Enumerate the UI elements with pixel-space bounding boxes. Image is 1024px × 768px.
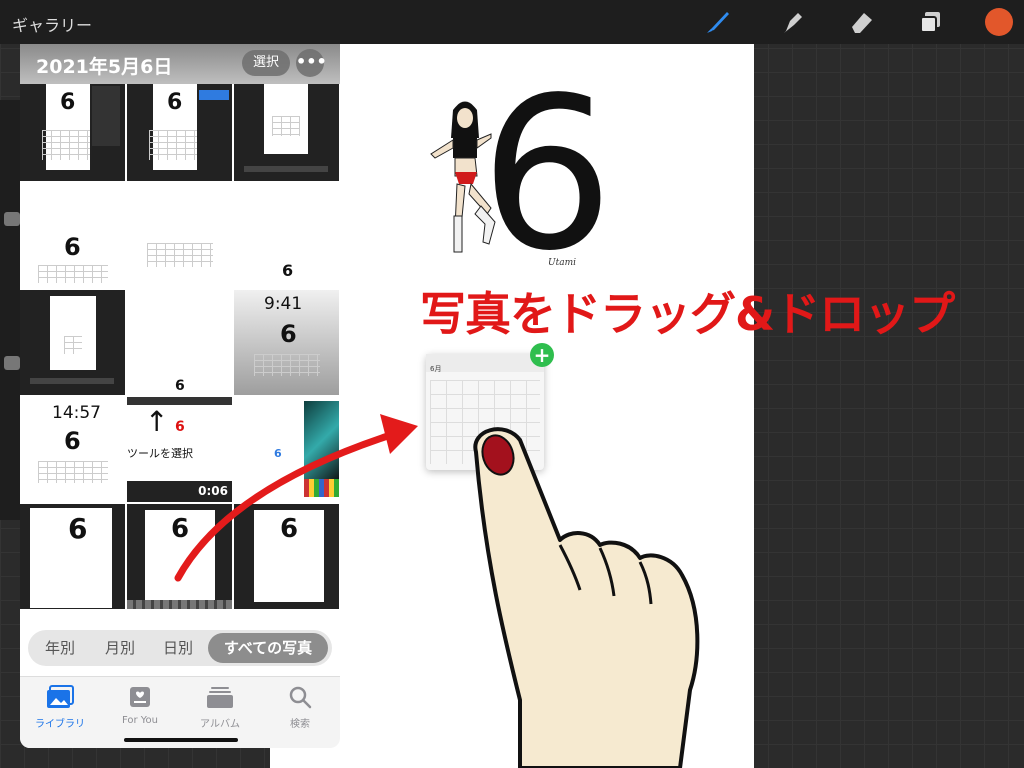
thumb-six: 6	[282, 261, 294, 280]
photo-thumbnail[interactable]: 6	[20, 183, 125, 288]
thumb-toolbar	[127, 397, 232, 405]
big-number-six: 6	[480, 52, 614, 297]
sidebar-sliders	[0, 100, 22, 520]
tab-label: 検索	[290, 719, 310, 730]
thumb-time: 14:57	[52, 403, 101, 423]
for-you-icon	[100, 683, 180, 711]
date-title: 2021年5月6日	[36, 56, 173, 78]
thumb-time: 9:41	[264, 294, 303, 314]
select-button[interactable]: 選択	[242, 50, 290, 76]
thumb-calendar	[38, 265, 108, 283]
thumb-calendar	[149, 130, 197, 160]
tab-library[interactable]: ライブラリ	[20, 683, 100, 730]
search-icon	[260, 683, 340, 711]
procreate-toolbar: ギャラリー	[0, 0, 1024, 44]
thumb-month: 6月	[430, 365, 442, 373]
dragged-photo-thumbnail[interactable]: 6月	[426, 354, 544, 470]
thumb-calendar	[147, 243, 213, 267]
eraser-icon[interactable]	[845, 6, 877, 38]
color-picker-button[interactable]	[985, 8, 1013, 36]
thumb-six: 6	[274, 447, 282, 460]
video-thumbnail[interactable]: ↑ 6 ツールを選択 0:06	[127, 397, 232, 502]
opacity-slider[interactable]	[4, 356, 20, 370]
thumb-six: 6	[60, 90, 76, 115]
thumb-dock	[127, 600, 232, 609]
view-segmented-control: 年別 月別 日別 すべての写真	[28, 630, 332, 666]
photo-thumbnail[interactable]: 6	[20, 76, 125, 181]
photo-thumbnail[interactable]: 6	[234, 183, 339, 288]
thumb-calendar	[272, 116, 300, 136]
thumb-six: 6	[171, 514, 190, 544]
smudge-icon[interactable]	[775, 6, 807, 38]
thumb-calendar	[42, 130, 90, 160]
plus-badge-icon: +	[530, 343, 554, 367]
tab-label: For You	[121, 715, 159, 726]
photo-thumbnail[interactable]: 6	[127, 76, 232, 181]
segment-months[interactable]: 月別	[94, 633, 146, 663]
layers-icon[interactable]	[915, 6, 947, 38]
thumb-calendar	[254, 354, 320, 376]
photos-panel: 6 6 6 6 6 9:41 6 14:57 6 ↑ 6 ツールを選択 0:06…	[20, 44, 340, 748]
photo-thumbnail[interactable]: 6	[234, 504, 339, 609]
home-indicator	[124, 738, 238, 742]
tab-bar: ライブラリ For You アルバム 検索	[20, 676, 340, 748]
photo-thumbnail[interactable]: 6	[127, 290, 232, 395]
photo-thumbnail[interactable]: 14:57 6	[20, 397, 125, 502]
thumb-six: 6	[64, 427, 81, 455]
gallery-button[interactable]: ギャラリー	[12, 12, 92, 36]
albums-icon	[180, 683, 260, 711]
thumb-highlight	[199, 90, 229, 100]
tab-label: ライブラリ	[35, 719, 85, 730]
thumb-side-panel	[92, 86, 120, 146]
brush-size-slider[interactable]	[4, 212, 20, 226]
photo-library-icon	[20, 683, 100, 711]
photo-thumbnail[interactable]: 6	[234, 397, 339, 502]
tab-for-you[interactable]: For You	[100, 683, 180, 726]
thumb-swatches	[304, 479, 339, 497]
more-button[interactable]: •••	[296, 49, 327, 77]
segment-all-photos[interactable]: すべての写真	[208, 633, 328, 663]
photo-thumbnail[interactable]: 6	[127, 504, 232, 609]
photo-thumbnail[interactable]	[20, 290, 125, 395]
thumb-six: 6	[175, 419, 185, 435]
tab-albums[interactable]: アルバム	[180, 683, 260, 730]
thumb-calendar	[38, 461, 108, 483]
photo-thumbnail[interactable]: 9:41 6	[234, 290, 339, 395]
thumb-caption: ツールを選択	[127, 447, 193, 460]
thumb-six: 6	[280, 514, 299, 544]
video-duration: 0:06	[198, 484, 228, 498]
segment-years[interactable]: 年別	[34, 633, 86, 663]
thumb-six: 6	[280, 320, 297, 348]
signature: Utami	[548, 258, 576, 268]
thumb-toolbar	[244, 166, 328, 172]
thumb-calendar-grid	[430, 380, 540, 464]
brush-icon[interactable]	[702, 6, 734, 38]
photo-grid: 6 6 6 6 6 9:41 6 14:57 6 ↑ 6 ツールを選択 0:06…	[20, 76, 340, 610]
thumb-six: 6	[175, 378, 185, 394]
arrow-up-icon: ↑	[145, 405, 169, 438]
photo-thumbnail[interactable]	[234, 76, 339, 181]
thumb-calendar	[64, 336, 82, 354]
thumb-toolbar	[30, 378, 114, 384]
segment-days[interactable]: 日別	[152, 633, 204, 663]
photo-thumbnail[interactable]	[127, 183, 232, 288]
photo-thumbnail[interactable]: 6	[20, 504, 125, 609]
thumb-page	[50, 296, 96, 370]
thumb-header	[426, 354, 544, 372]
tab-search[interactable]: 検索	[260, 683, 340, 730]
thumb-six: 6	[167, 90, 183, 115]
thumb-color-panel	[304, 401, 339, 481]
drag-drop-annotation: 写真をドラッグ&ドロップ	[420, 287, 955, 341]
tab-label: アルバム	[200, 719, 240, 730]
thumb-six: 6	[64, 233, 81, 261]
thumb-six: 6	[68, 512, 88, 545]
